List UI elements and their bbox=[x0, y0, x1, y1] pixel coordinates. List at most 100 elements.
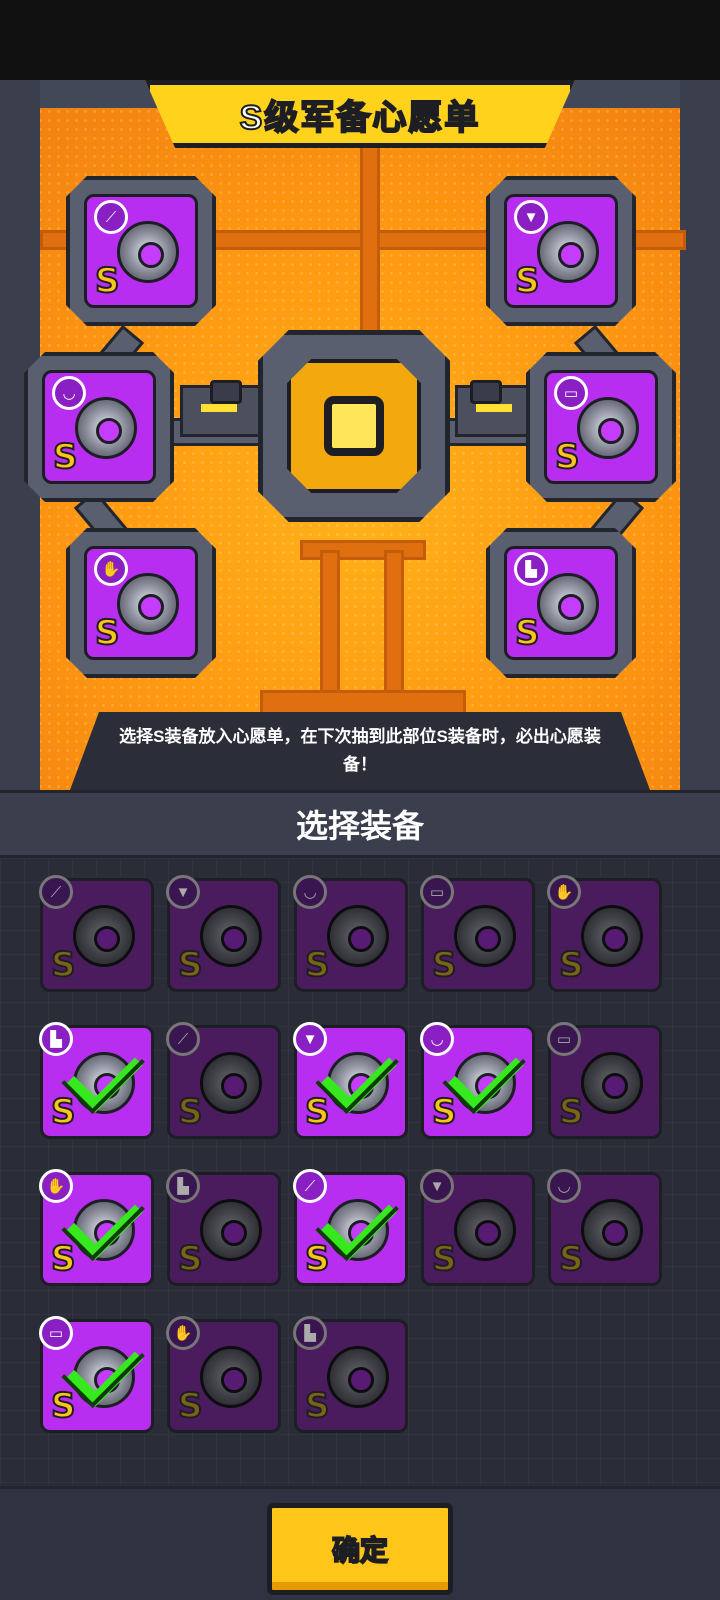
equipment-item[interactable]: S ✋ bbox=[39, 1169, 154, 1286]
equipment-item[interactable]: S ▭ bbox=[420, 875, 535, 992]
weapon-art bbox=[117, 221, 179, 283]
wish-slot-necklace[interactable]: S ◡ bbox=[24, 352, 174, 502]
equipment-grid: S ⟋ S ▼ S ◡ S ▭ S ✋ S ▙ S ⟋ S ▼ S ◡ S ▭ S ✋ S ▙ S ⟋ S ▼ S ◡ S ▭ S ✋ S ▙ bbox=[0, 858, 720, 1486]
necklace-art bbox=[75, 397, 137, 459]
grade-label: S bbox=[52, 436, 78, 478]
knob bbox=[470, 380, 502, 404]
grade-label: S bbox=[94, 260, 120, 302]
equipment-art bbox=[327, 905, 389, 967]
equipment-item[interactable]: S ▭ bbox=[547, 1022, 662, 1139]
equipment-item[interactable]: S ⟋ bbox=[166, 1022, 281, 1139]
dagger-icon: ⟋ bbox=[293, 1169, 327, 1203]
grade-label: S bbox=[304, 1385, 330, 1427]
confirm-button[interactable]: 确定 bbox=[267, 1503, 453, 1595]
necklace-icon: ◡ bbox=[293, 875, 327, 909]
core-frame bbox=[287, 359, 421, 493]
wish-slot-glove[interactable]: S ✋ bbox=[66, 528, 216, 678]
section-title: 选择装备 bbox=[295, 808, 424, 844]
belt-icon: ▭ bbox=[420, 875, 454, 909]
dagger-icon: ⟋ bbox=[39, 875, 73, 909]
boot-icon: ▙ bbox=[514, 552, 548, 586]
equipment-art bbox=[454, 1199, 516, 1261]
wishlist-core bbox=[258, 330, 450, 522]
belt-icon: ▭ bbox=[554, 376, 588, 410]
grade-label: S bbox=[304, 1091, 330, 1133]
checkmark-icon bbox=[66, 1183, 143, 1260]
checkmark-icon bbox=[320, 1036, 397, 1113]
glove-icon: ✋ bbox=[547, 875, 581, 909]
knob bbox=[210, 380, 242, 404]
equipment-art bbox=[200, 1052, 262, 1114]
grade-label: S bbox=[50, 944, 76, 986]
core-gem bbox=[324, 396, 384, 456]
equipment-item[interactable]: S ▙ bbox=[39, 1022, 154, 1139]
grade-label: S bbox=[304, 1238, 330, 1280]
grade-label: S bbox=[431, 944, 457, 986]
confirm-label: 确定 bbox=[331, 1534, 389, 1567]
equipment-item[interactable]: S ▙ bbox=[166, 1169, 281, 1286]
glove-art bbox=[117, 573, 179, 635]
boot-icon: ▙ bbox=[39, 1022, 73, 1056]
grade-label: S bbox=[304, 944, 330, 986]
title-banner: S级军备心愿单 bbox=[145, 80, 575, 148]
grade-label: S bbox=[554, 436, 580, 478]
wishlist-panel: S级军备心愿单 S ⟋ S ▼ S ◡ S ▭ S ✋ S ▙ 选择S装备放入心… bbox=[0, 80, 720, 790]
equipment-item[interactable]: S ◡ bbox=[420, 1022, 535, 1139]
equipment-item[interactable]: S ▼ bbox=[420, 1169, 535, 1286]
necklace-icon: ◡ bbox=[420, 1022, 454, 1056]
belt-icon: ▭ bbox=[39, 1316, 73, 1350]
checkmark-icon bbox=[447, 1036, 524, 1113]
grade-label: S bbox=[431, 1091, 457, 1133]
grade-label: S bbox=[50, 1091, 76, 1133]
armor-art bbox=[537, 221, 599, 283]
necklace-icon: ◡ bbox=[547, 1169, 581, 1203]
panel-right-frame bbox=[680, 80, 720, 790]
grade-label: S bbox=[94, 612, 120, 654]
grade-label: S bbox=[177, 1091, 203, 1133]
equipment-art bbox=[73, 905, 135, 967]
select-equipment-header: 选择装备 bbox=[0, 790, 720, 858]
footer-bar: 确定 bbox=[0, 1486, 720, 1600]
grade-label: S bbox=[50, 1385, 76, 1427]
checkmark-icon bbox=[66, 1330, 143, 1407]
wish-slot-weapon[interactable]: S ⟋ bbox=[66, 176, 216, 326]
grade-label: S bbox=[50, 1238, 76, 1280]
boot-icon: ▙ bbox=[293, 1316, 327, 1350]
equipment-art bbox=[327, 1346, 389, 1408]
equipment-item[interactable]: S ▭ bbox=[39, 1316, 154, 1433]
equipment-item[interactable]: S ▼ bbox=[166, 875, 281, 992]
grade-label: S bbox=[514, 612, 540, 654]
equipment-art bbox=[581, 1052, 643, 1114]
equipment-item[interactable]: S ⟋ bbox=[39, 875, 154, 992]
equipment-art bbox=[581, 905, 643, 967]
equipment-item[interactable]: S ⟋ bbox=[293, 1169, 408, 1286]
equipment-art bbox=[200, 905, 262, 967]
equipment-item[interactable]: S ▼ bbox=[293, 1022, 408, 1139]
page-title: S级军备心愿单 bbox=[239, 98, 481, 138]
equipment-art bbox=[454, 905, 516, 967]
glove-icon: ✋ bbox=[39, 1169, 73, 1203]
grade-label: S bbox=[558, 944, 584, 986]
equipment-item[interactable]: S ▙ bbox=[293, 1316, 408, 1433]
equipment-art bbox=[200, 1199, 262, 1261]
boots-art bbox=[537, 573, 599, 635]
top-status-area bbox=[0, 0, 720, 80]
dagger-icon: ⟋ bbox=[166, 1022, 200, 1056]
equipment-item[interactable]: S ✋ bbox=[547, 875, 662, 992]
shirt-icon: ▼ bbox=[420, 1169, 454, 1203]
grade-label: S bbox=[431, 1238, 457, 1280]
hint-text: 选择S装备放入心愿单，在下次抽到此部位S装备时，必出心愿装备！ bbox=[119, 727, 601, 774]
wish-slot-armor[interactable]: S ▼ bbox=[486, 176, 636, 326]
wish-slot-boots[interactable]: S ▙ bbox=[486, 528, 636, 678]
shirt-icon: ▼ bbox=[166, 875, 200, 909]
equipment-item[interactable]: S ◡ bbox=[293, 875, 408, 992]
dagger-icon: ⟋ bbox=[94, 200, 128, 234]
background-pipe bbox=[360, 140, 380, 346]
checkmark-icon bbox=[66, 1036, 143, 1113]
grade-label: S bbox=[514, 260, 540, 302]
glove-icon: ✋ bbox=[94, 552, 128, 586]
wish-slot-belt[interactable]: S ▭ bbox=[526, 352, 676, 502]
grade-label: S bbox=[177, 1385, 203, 1427]
equipment-item[interactable]: S ◡ bbox=[547, 1169, 662, 1286]
equipment-item[interactable]: S ✋ bbox=[166, 1316, 281, 1433]
